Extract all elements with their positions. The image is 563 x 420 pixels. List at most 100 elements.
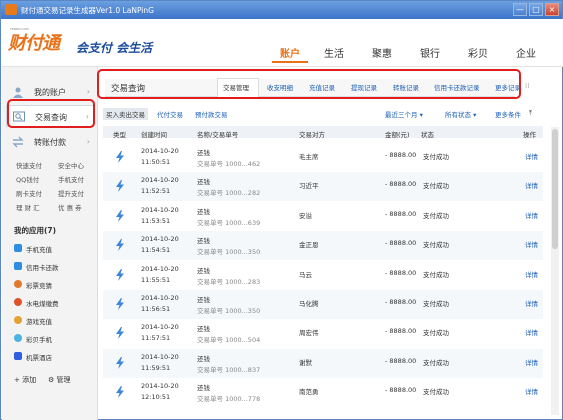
order-number: 交易单号 1000...283 <box>197 277 261 286</box>
nav-tab-life[interactable]: 生活 <box>316 45 352 60</box>
col-amount: 金额(元) <box>385 131 410 139</box>
nav-tab-enterprise[interactable]: 企业 <box>508 45 544 60</box>
filter-buy-sell[interactable]: 买入卖出交易 <box>103 108 148 120</box>
shortcut-link[interactable]: QQ钱付 <box>16 174 39 184</box>
nav-tab-bank[interactable]: 银行 <box>412 45 448 60</box>
shortcut-link[interactable]: 优 惠 券 <box>58 202 82 212</box>
transfer-icon <box>12 136 24 148</box>
counterparty: 金正恩 <box>299 241 319 250</box>
app-label: 游戏充值 <box>26 318 52 326</box>
minimize-button[interactable]: — <box>513 3 527 16</box>
wrench-icon: ⚙ <box>48 376 55 384</box>
shortcut-link[interactable]: 安全中心 <box>58 160 84 170</box>
add-app-button[interactable]: + 添加 <box>14 375 36 385</box>
created-time: 11:55:51 <box>141 275 171 284</box>
detail-link[interactable]: 详情 <box>525 269 538 279</box>
amount: - 8888.00 <box>385 386 417 395</box>
more-conditions-link[interactable]: 更多条件 <box>495 109 521 119</box>
created-date: 2014-10-20 <box>141 323 179 332</box>
close-button[interactable]: × <box>545 3 559 16</box>
order-number: 交易单号 1000...837 <box>197 365 261 374</box>
col-type: 类型 <box>113 131 126 139</box>
manage-apps-button[interactable]: ⚙ 管理 <box>48 375 71 385</box>
plus-icon: + <box>14 376 20 384</box>
date-range-dropdown[interactable]: 最近三个月 ▾ <box>385 109 423 119</box>
counterparty: 周宏伟 <box>299 329 319 338</box>
lottery-icon <box>14 280 22 288</box>
scroll-thumb[interactable] <box>552 129 558 249</box>
status: 支付成功 <box>423 358 449 367</box>
table-row[interactable]: 2014-10-20 11:50:51 还钱 交易单号 1000...462 毛主席 - … <box>103 143 543 172</box>
lightning-icon <box>116 327 124 340</box>
filter-prepay[interactable]: 预付款交易 <box>195 109 228 119</box>
created-time: 11:56:51 <box>141 305 171 313</box>
lightning-icon <box>116 151 124 163</box>
nav-active-indicator <box>272 61 308 63</box>
title-bar[interactable]: 财付通交易记录生成器Ver1.0 LaNPinG — □ × <box>1 1 562 19</box>
table-row[interactable]: 2014-10-20 11:57:51 还钱 交易单号 1000...504 周宏伟 - … <box>103 319 543 348</box>
detail-link[interactable]: 详情 <box>525 239 538 249</box>
status: 支付成功 <box>423 329 449 338</box>
nav-tab-caibei[interactable]: 彩贝 <box>460 45 496 60</box>
manage-label: 管理 <box>56 376 71 384</box>
shortcut-link[interactable]: 刷卡支付 <box>16 188 42 198</box>
status: 支付成功 <box>423 153 449 161</box>
transaction-name: 还钱 <box>197 354 210 363</box>
table-row[interactable]: 2014-10-20 11:55:51 还钱 交易单号 1000...283 马云 - 8… <box>103 261 543 290</box>
caibei-icon <box>14 334 22 342</box>
lightning-icon <box>116 268 124 281</box>
counterparty: 毛主席 <box>299 153 319 161</box>
detail-link[interactable]: 详情 <box>525 357 538 367</box>
filter-proxy-pay[interactable]: 代付交易 <box>157 109 183 119</box>
maximize-button[interactable]: □ <box>529 3 543 16</box>
table-row[interactable]: 2014-10-20 11:56:51 还钱 交易单号 1000...350 马化腾 - … <box>103 290 543 319</box>
table-row[interactable]: 2014-10-20 11:54:51 还钱 交易单号 1000...350 金正恩 - … <box>103 231 543 261</box>
filter-bar: 买入卖出交易 代付交易 预付款交易 最近三个月 ▾ 所有状态 ▾ 更多条件 ⤒ <box>99 107 563 121</box>
created-date: 2014-10-20 <box>141 382 179 391</box>
app-label: 手机充值 <box>26 246 52 254</box>
table-row[interactable]: 2014-10-20 11:59:51 还钱 交易单号 1000...837 谢默 - 8… <box>103 348 543 378</box>
shortcut-link[interactable]: 提升支付 <box>58 188 84 198</box>
status: 支付成功 <box>423 388 449 397</box>
my-apps-title: 我的应用(7) <box>14 226 57 235</box>
order-number: 交易单号 1000...462 <box>197 160 261 168</box>
status: 支付成功 <box>423 211 449 220</box>
nav-tab-account[interactable]: 账户 <box>272 45 308 60</box>
status-dropdown[interactable]: 所有状态 ▾ <box>445 109 476 119</box>
shortcut-link[interactable]: 理 财 汇 <box>16 202 40 212</box>
chevron-right-icon: › <box>86 137 90 146</box>
detail-link[interactable]: 详情 <box>525 298 538 308</box>
table-row[interactable]: 2014-10-20 11:53:51 还钱 交易单号 1000...639 安溢 - 8… <box>103 202 543 231</box>
amount: - 8888.00 <box>385 151 417 159</box>
user-icon <box>13 87 23 98</box>
order-number: 交易单号 1000...778 <box>197 395 261 404</box>
transaction-name: 还钱 <box>197 149 210 157</box>
app-label: 彩贝手机 <box>26 336 52 344</box>
shortcut-link[interactable]: 快速支付 <box>16 160 42 170</box>
slogan: 会支付 会生活 <box>76 41 153 55</box>
detail-link[interactable]: 详情 <box>525 327 538 337</box>
grid-icon[interactable]: ⁞⁞ <box>525 82 529 90</box>
col-counterparty: 交易对方 <box>299 131 325 139</box>
counterparty: 习近平 <box>299 182 319 191</box>
order-number: 交易单号 1000...350 <box>197 248 261 257</box>
credit-card-icon <box>14 262 22 270</box>
detail-link[interactable]: 详情 <box>525 210 538 220</box>
table-row[interactable]: 2014-10-20 12:10:51 还钱 交易单号 1000...778 南范勇 - … <box>103 378 543 407</box>
detail-link[interactable]: 详情 <box>525 386 538 396</box>
lightning-icon <box>116 386 124 399</box>
amount: - 8888.00 <box>385 268 417 277</box>
shortcut-link[interactable]: 手机支付 <box>58 174 84 184</box>
col-action: 操作 <box>523 131 536 139</box>
export-icon[interactable]: ⤒ <box>529 109 532 118</box>
detail-link[interactable]: 详情 <box>525 151 538 161</box>
table-row[interactable]: 2014-10-20 11:52:51 还钱 交易单号 1000...282 习近平 - … <box>103 172 543 202</box>
created-time: 11:50:51 <box>141 158 171 166</box>
transaction-name: 还钱 <box>197 207 210 216</box>
created-date: 2014-10-20 <box>141 235 179 244</box>
detail-link[interactable]: 详情 <box>525 180 538 190</box>
sidebar-item-transfer[interactable]: 转账付款 › <box>6 131 94 153</box>
amount: - 8888.00 <box>385 327 417 336</box>
scrollbar[interactable] <box>551 127 559 415</box>
nav-tab-deals[interactable]: 聚惠 <box>364 45 400 60</box>
